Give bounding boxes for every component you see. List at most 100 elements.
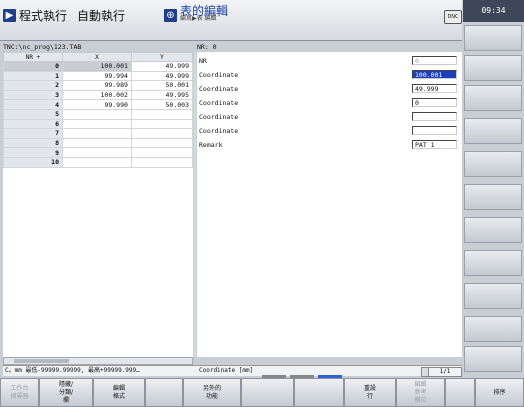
mode2-sub: 編寫▶表 編輯: [180, 15, 217, 22]
softkey-4[interactable]: [145, 378, 183, 407]
mode-table-edit[interactable]: ⊕ 表的編輯 編寫▶表 編輯: [164, 5, 228, 25]
softkey-row: 工作台 搜尋器 隱藏/ 分類/ 欄編輯 格式 另外的 功能 重設 行編輯 參考 欄位 排…: [0, 378, 524, 407]
form-label: Coordinate: [199, 85, 239, 93]
table-cell-nr: 7: [3, 128, 63, 139]
table-row[interactable]: 3 100.002 49.995: [3, 89, 194, 101]
form-input[interactable]: [412, 126, 457, 135]
right-softkey-2[interactable]: [464, 55, 522, 81]
column-header-x[interactable]: X: [62, 52, 132, 62]
form-input[interactable]: 49.999: [412, 84, 457, 93]
table-row[interactable]: 1 99.994 49.999: [3, 70, 194, 82]
table-cell-x[interactable]: 99.990: [62, 99, 132, 110]
table-row[interactable]: 8: [3, 137, 194, 149]
form-label: Coordinate: [199, 99, 239, 107]
form-input[interactable]: PAT 1: [412, 140, 457, 149]
dnc-icon: DNC: [444, 10, 462, 24]
point-table: NR + X Y 0 100.001 49.999 1 99.994 49.999 2 99.…: [3, 52, 194, 168]
table-cell-nr: 8: [3, 137, 63, 149]
table-cell-nr: 9: [3, 147, 63, 158]
softkey-2[interactable]: 隱藏/ 分類/ 欄: [39, 378, 93, 407]
table-cell-x[interactable]: [62, 156, 132, 168]
form-input[interactable]: [412, 112, 457, 121]
mode1-sub: 自動執行: [77, 8, 126, 23]
table-cell-y[interactable]: 50.003: [130, 99, 194, 110]
table-cell-x[interactable]: 99.994: [62, 70, 132, 82]
mode1-label: 程式執行: [19, 8, 68, 23]
softkey-7[interactable]: [294, 378, 344, 407]
table-cell-x[interactable]: [62, 118, 132, 130]
softkey-10[interactable]: [445, 378, 475, 407]
table-cell-x[interactable]: [62, 128, 132, 139]
table-cell-nr: 10: [3, 156, 63, 168]
right-softkey-11[interactable]: [464, 346, 522, 372]
table-row[interactable]: 2 99.989 50.001: [3, 80, 194, 91]
table-cell-x[interactable]: [62, 147, 132, 158]
right-softkey-6[interactable]: [464, 184, 522, 210]
edit-mode-icon: ⊕: [164, 8, 177, 22]
column-header-y[interactable]: Y: [130, 52, 194, 62]
right-softkey-3[interactable]: [464, 85, 522, 111]
column-header-nr[interactable]: NR +: [3, 52, 63, 62]
table-cell-x[interactable]: 99.989: [62, 80, 132, 91]
table-cell-y[interactable]: [130, 118, 194, 130]
table-row[interactable]: 7: [3, 128, 194, 139]
form-input[interactable]: 0: [412, 56, 457, 65]
table-cell-y[interactable]: [130, 128, 194, 139]
clock: 09:34: [463, 0, 524, 22]
table-cell-y[interactable]: 49.999: [130, 61, 194, 72]
table-cell-x[interactable]: 100.001: [62, 61, 132, 72]
right-softkey-1[interactable]: [464, 25, 522, 51]
right-softkey-8[interactable]: [464, 250, 522, 276]
mode2-title: 表的編輯: [180, 4, 229, 18]
form-label: Coordinate: [199, 113, 239, 121]
softkey-9[interactable]: 編輯 參考 欄位: [396, 378, 445, 407]
table-cell-nr: 5: [3, 108, 63, 120]
form-input[interactable]: 0: [412, 98, 457, 107]
right-softkey-10[interactable]: [464, 316, 522, 342]
softkey-1[interactable]: 工作台 搜尋器: [0, 378, 39, 407]
table-cell-nr: 0: [3, 61, 63, 72]
table-cell-nr: 1: [3, 70, 63, 82]
table-cell-y[interactable]: [130, 156, 194, 168]
table-cell-x[interactable]: 100.002: [62, 89, 132, 101]
table-cell-nr: 3: [3, 89, 63, 101]
right-softkey-5[interactable]: [464, 151, 522, 177]
table-cell-nr: 4: [3, 99, 63, 110]
right-softkey-7[interactable]: [464, 217, 522, 243]
table-row[interactable]: 6: [3, 118, 194, 130]
right-softkey-4[interactable]: [464, 118, 522, 144]
header-bar: ▶ 程式執行 自動執行 ⊕ 表的編輯 編寫▶表 編輯 DNC: [0, 0, 462, 41]
right-softkey-9[interactable]: [464, 283, 522, 309]
softkey-5[interactable]: 另外的 功能: [183, 378, 241, 407]
status-field-unit: Coordinate [mm]: [199, 367, 254, 374]
softkey-8[interactable]: 重設 行: [344, 378, 396, 407]
file-path: TNC:\nc_prog\123.TAB: [3, 43, 82, 51]
table-row[interactable]: 4 99.990 50.003: [3, 99, 194, 110]
table-cell-y[interactable]: [130, 147, 194, 158]
table-row[interactable]: 9: [3, 147, 194, 158]
table-cell-x[interactable]: [62, 137, 132, 149]
scrollbar-thumb[interactable]: [14, 359, 69, 363]
table-cell-y[interactable]: 49.999: [130, 70, 194, 82]
softkey-11[interactable]: 排序: [475, 378, 524, 407]
softkey-6[interactable]: [241, 378, 294, 407]
table-row[interactable]: 5: [3, 108, 194, 120]
pane-splitter[interactable]: [194, 52, 196, 357]
status-bar: C。mm 最低-99999.99999, 最高+99999.999… Coord…: [3, 365, 462, 377]
form-input[interactable]: 100.001: [412, 70, 457, 79]
table-row[interactable]: 0 100.001 49.999: [3, 61, 194, 72]
program-run-icon: ▶: [3, 8, 16, 22]
form-label: Remark: [199, 141, 223, 149]
table-cell-y[interactable]: [130, 137, 194, 149]
table-cell-y[interactable]: [130, 108, 194, 120]
table-cell-y[interactable]: 50.001: [130, 80, 194, 91]
table-cell-y[interactable]: 49.995: [130, 89, 194, 101]
table-cell-x[interactable]: [62, 108, 132, 120]
table-row[interactable]: 10: [3, 156, 194, 168]
table-cell-nr: 6: [3, 118, 63, 130]
form-label: Coordinate: [199, 127, 239, 135]
horizontal-scrollbar[interactable]: [3, 357, 193, 365]
softkey-3[interactable]: 編輯 格式: [93, 378, 145, 407]
mode-program-run[interactable]: ▶ 程式執行 自動執行: [3, 5, 125, 25]
form-header: NR: 0: [197, 43, 217, 51]
